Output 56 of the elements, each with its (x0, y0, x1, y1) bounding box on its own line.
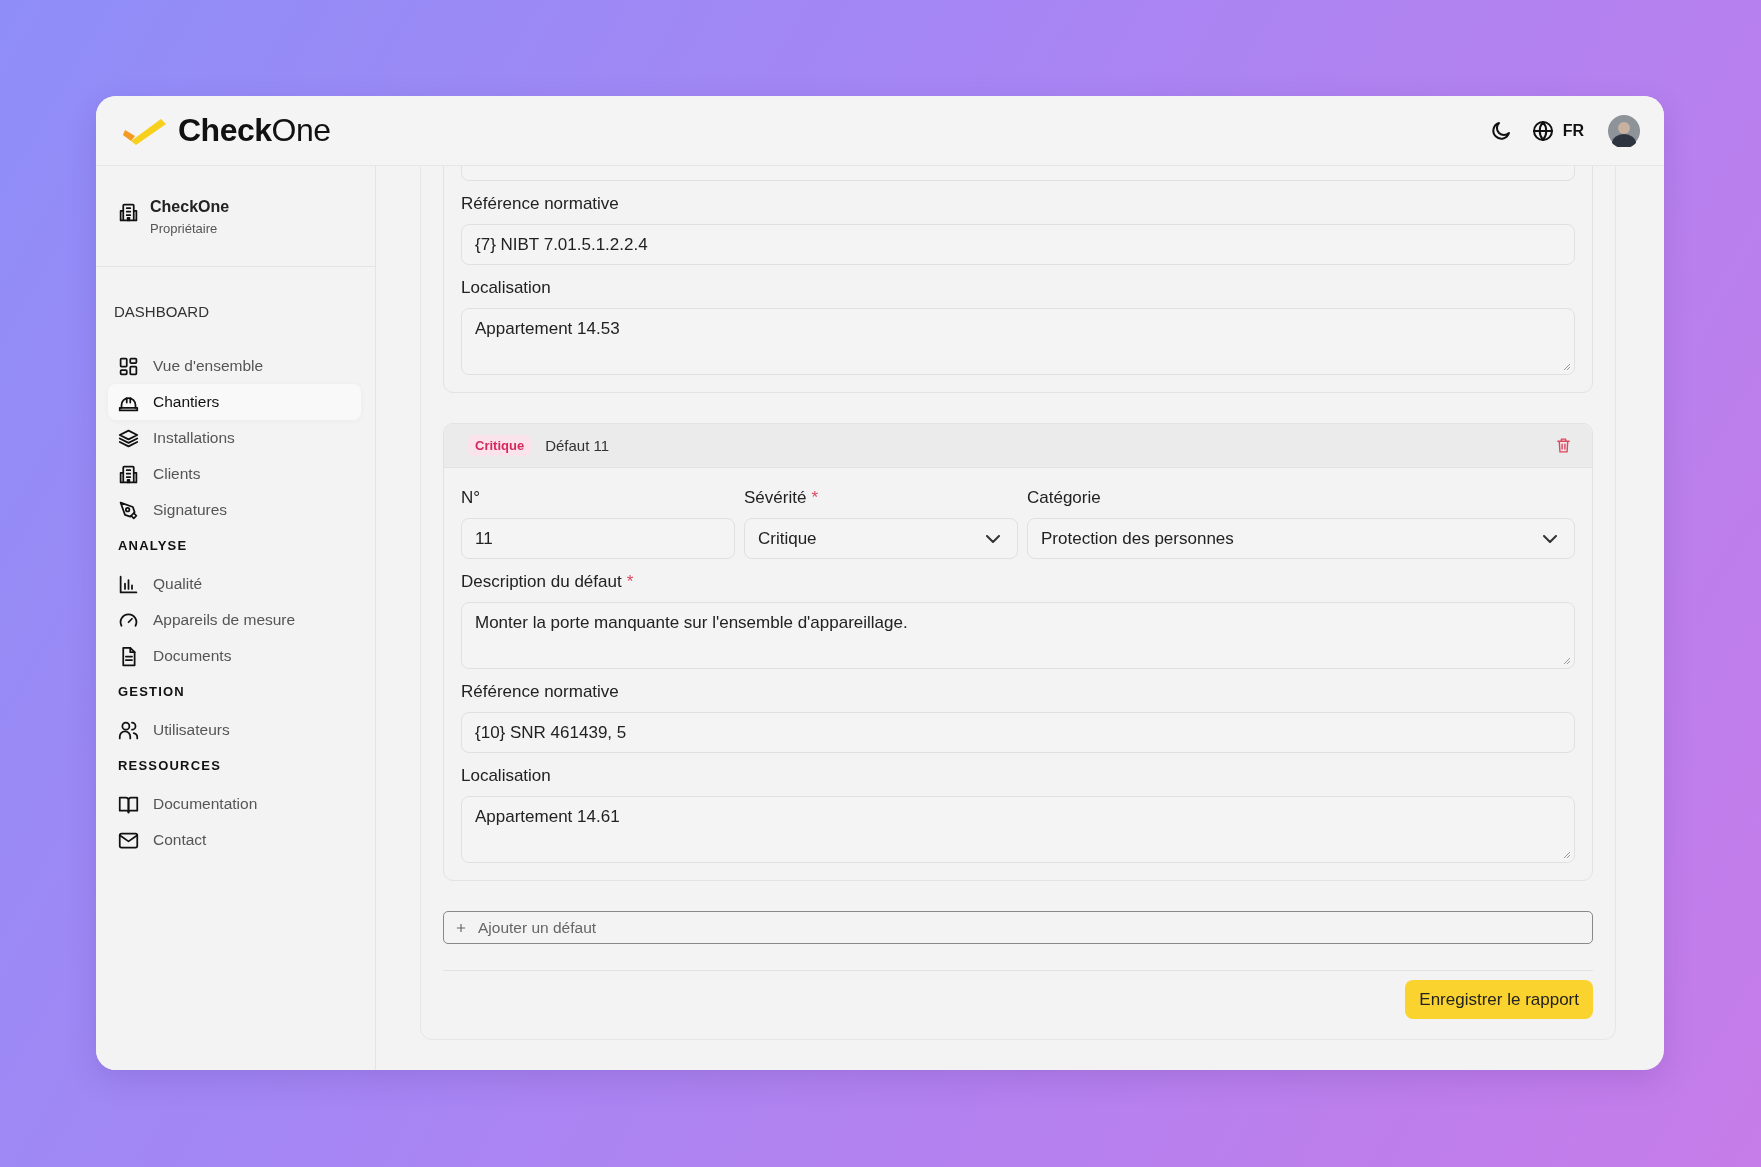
organization-name: CheckOne (150, 198, 230, 216)
nav-item[interactable]: Documents (108, 638, 361, 674)
nav-item[interactable]: Utilisateurs (108, 712, 361, 748)
text-area[interactable]: Monter la porte manquante sur l'ensemble d'appareillage. (461, 602, 1575, 669)
chevron-down-icon (986, 534, 1000, 543)
layers-icon (118, 427, 139, 449)
text-area[interactable]: Appartement 14.53 (461, 308, 1575, 375)
users-icon (118, 719, 139, 741)
nav-item[interactable]: Signatures (108, 492, 361, 528)
building-icon (118, 202, 139, 223)
text-field[interactable]: {7} NIBT 7.01.5.1.2.2.4 (461, 224, 1575, 265)
bar-chart-icon (118, 573, 139, 595)
add-defect-button[interactable]: Ajouter un défaut (443, 911, 1593, 944)
avatar[interactable] (1608, 114, 1640, 147)
defect-title: Défaut 11 (545, 437, 610, 454)
organization-role: Propriétaire (150, 221, 219, 236)
save-button[interactable]: Enregistrer le rapport (1405, 980, 1593, 1019)
chevron-down-icon (1543, 534, 1557, 543)
resize-handle-icon[interactable] (1561, 361, 1571, 371)
text-area[interactable]: Appartement 14.61 (461, 796, 1575, 863)
resize-handle-icon[interactable] (1561, 655, 1571, 665)
section-heading: ANALYSE (117, 537, 189, 555)
globe-icon (1530, 118, 1555, 143)
nav-item[interactable]: Chantiers (108, 384, 361, 420)
section-heading: RESSOURCES (117, 757, 223, 775)
text-field[interactable]: 11 (461, 518, 735, 559)
field-label: Référence normative (461, 193, 619, 215)
field-label: Sévérité (744, 487, 807, 509)
required-mark: * (626, 571, 634, 593)
dropdown[interactable]: Critique (744, 518, 1018, 559)
delete-icon[interactable] (1555, 437, 1572, 454)
nav-item[interactable]: Installations (108, 420, 361, 456)
nav-item[interactable]: Qualité (108, 566, 361, 602)
nav-item[interactable]: Vue d'ensemble (108, 348, 361, 384)
nav-item[interactable]: Appareils de mesure (108, 602, 361, 638)
required-mark: * (811, 487, 818, 509)
language-button[interactable]: FR (1530, 118, 1584, 143)
field-label: Localisation (461, 765, 551, 787)
nav-item[interactable]: Contact (108, 822, 361, 858)
nav-item[interactable]: Documentation (108, 786, 361, 822)
app-name: CheckOne (178, 112, 331, 149)
dropdown[interactable]: Protection des personnes (1027, 518, 1575, 559)
building-icon (118, 463, 139, 485)
field-label: Description du défaut (461, 571, 622, 593)
section-heading: GESTION (117, 683, 186, 701)
severity-badge: Critique (468, 435, 532, 456)
field-label: Catégorie (1027, 487, 1101, 509)
text-field[interactable]: {10} SNR 461439, 5 (461, 712, 1575, 753)
field-label: Référence normative (461, 681, 619, 703)
nav-item[interactable]: Clients (108, 456, 361, 492)
pen-icon (118, 499, 139, 521)
grid-icon (118, 355, 139, 377)
resize-handle-icon[interactable] (1561, 849, 1571, 859)
section-heading: DASHBOARD (113, 303, 211, 322)
field-label: Localisation (461, 277, 551, 299)
field-label: N° (461, 487, 481, 509)
